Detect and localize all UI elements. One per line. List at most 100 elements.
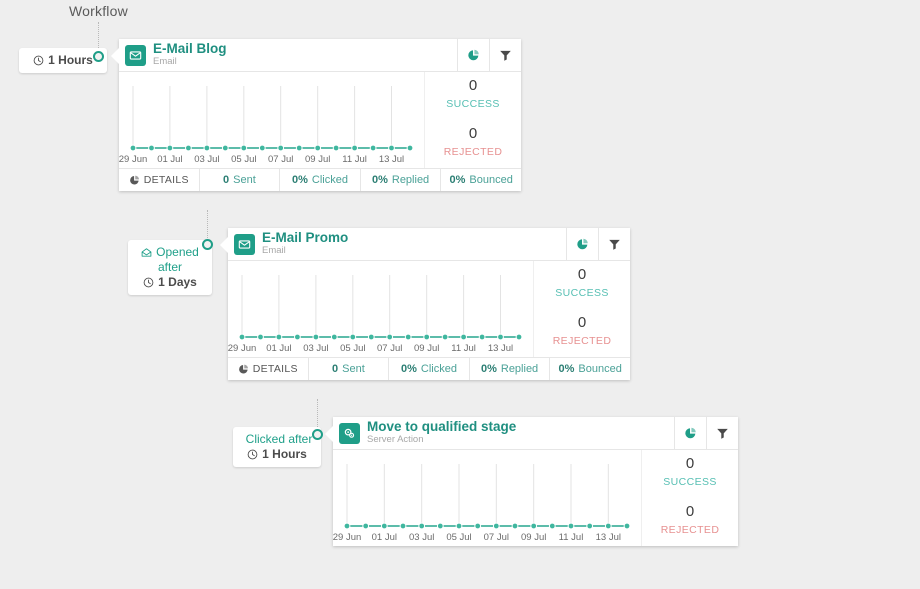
card-header-main[interactable]: E-Mail Promo Email <box>228 228 566 260</box>
stat-success: 0 SUCCESS <box>446 76 500 110</box>
card-titles: E-Mail Blog Email <box>153 42 227 68</box>
card-header-main[interactable]: Move to qualified stage Server Action <box>333 417 674 449</box>
envelope-icon <box>238 239 251 249</box>
stat-label: REJECTED <box>552 335 612 347</box>
card-pointer <box>111 47 120 65</box>
svg-text:29 Jun: 29 Jun <box>119 154 147 165</box>
footer-cell[interactable]: DETAILS <box>228 358 308 380</box>
trigger-chip-3[interactable]: Clicked after 1 Hours <box>233 427 321 467</box>
activity-card-3[interactable]: Move to qualified stage Server Action 29 J… <box>325 417 738 546</box>
footer-label: Bounced <box>469 174 513 186</box>
svg-text:09 Jul: 09 Jul <box>414 343 439 354</box>
footer-cell[interactable]: 0 Sent <box>198 169 280 191</box>
card-body: 29 Jun 01 Jul 03 Jul 05 Jul 07 Jul 09 Jul 11 J… <box>228 261 630 357</box>
svg-text:11 Jul: 11 Jul <box>451 343 476 354</box>
stat-value: 0 <box>468 77 478 94</box>
chip-line: 1 Hours <box>242 447 312 462</box>
statistics-button[interactable] <box>457 39 489 71</box>
footer-value: 0 <box>223 174 230 186</box>
chip-line-text: Opened <box>156 245 199 259</box>
stat-value: 0 <box>685 455 695 472</box>
footer-cell[interactable]: 0% Replied <box>359 169 441 191</box>
stat-value: 0 <box>685 503 695 520</box>
gears-icon <box>344 428 355 438</box>
chip-line: Opened <box>137 245 203 260</box>
filter-button[interactable] <box>489 39 521 71</box>
chip-line-text: 1 Hours <box>48 53 93 67</box>
card-stats: 0 SUCCESS 0 REJECTED <box>424 72 521 168</box>
footer-label: DETAILS <box>143 174 189 186</box>
card-footer: DETAILS 0 Sent 0% Clicked 0% Replied 0% Bounced <box>119 168 521 191</box>
workflow-label: Workflow <box>69 3 128 19</box>
filter-button[interactable] <box>598 228 630 260</box>
card-header-main[interactable]: E-Mail Blog Email <box>119 39 457 71</box>
stat-label: SUCCESS <box>446 98 500 110</box>
svg-text:09 Jul: 09 Jul <box>305 154 330 165</box>
stat-value: 0 <box>468 125 478 142</box>
footer-cell[interactable]: 0% Bounced <box>440 169 521 191</box>
pie-chart-icon <box>685 427 696 438</box>
envelope-icon <box>234 233 255 255</box>
envelope-open-icon <box>141 248 152 257</box>
footer-label: Replied <box>391 174 430 186</box>
footer-label: Sent <box>342 363 365 375</box>
footer-value: 0% <box>291 174 308 186</box>
svg-text:07 Jul: 07 Jul <box>484 532 509 543</box>
card-footer: DETAILS 0 Sent 0% Clicked 0% Replied 0% Bounced <box>228 357 630 380</box>
chip-line: Clicked after <box>242 432 313 447</box>
footer-value: 0 <box>332 363 339 375</box>
stat-rejected: 0 REJECTED <box>553 313 612 347</box>
node-connector-dot-1[interactable] <box>93 51 104 62</box>
node-connector-dot-3[interactable] <box>312 429 323 440</box>
footer-cell[interactable]: 0 Sent <box>307 358 389 380</box>
footer-value: 0% <box>371 174 388 186</box>
statistics-button[interactable] <box>566 228 598 260</box>
clock-icon <box>247 449 258 460</box>
footer-value: 0% <box>480 363 497 375</box>
statistics-button[interactable] <box>674 417 706 449</box>
footer-cell[interactable]: 0% Clicked <box>279 169 360 191</box>
svg-text:03 Jul: 03 Jul <box>409 532 434 543</box>
chip-line: 1 Days <box>137 275 203 290</box>
footer-label: Bounced <box>578 363 622 375</box>
svg-text:05 Jul: 05 Jul <box>340 343 365 354</box>
envelope-icon <box>125 44 146 66</box>
chip-line: 1 Hours <box>28 53 98 68</box>
footer-value: 0% <box>558 363 575 375</box>
trigger-chip-2[interactable]: Opened after 1 Days <box>128 240 212 295</box>
card-title: E-Mail Blog <box>153 42 227 57</box>
stat-rejected: 0 REJECTED <box>661 502 720 536</box>
node-connector-dot-2[interactable] <box>202 239 213 250</box>
stat-success: 0 SUCCESS <box>555 265 609 299</box>
stat-value: 0 <box>577 314 587 331</box>
activity-card-1[interactable]: E-Mail Blog Email 29 Jun 01 Jul 03 Jul 05 Jul… <box>111 39 521 191</box>
stat-label: REJECTED <box>443 146 503 158</box>
card-stats: 0 SUCCESS 0 REJECTED <box>533 261 630 357</box>
card-subtitle: Server Action <box>367 434 424 446</box>
footer-label: Clicked <box>311 174 348 186</box>
svg-text:01 Jul: 01 Jul <box>266 343 291 354</box>
envelope-icon <box>129 50 142 60</box>
pie-chart-icon <box>238 364 248 374</box>
card-header: E-Mail Blog Email <box>119 39 521 72</box>
card-pointer <box>220 236 229 254</box>
card-title: E-Mail Promo <box>262 231 349 246</box>
filter-icon <box>717 428 728 439</box>
stat-value: 0 <box>577 266 587 283</box>
svg-text:29 Jun: 29 Jun <box>333 532 361 543</box>
activity-card-2[interactable]: E-Mail Promo Email 29 Jun 01 Jul 03 Jul 05 Ju… <box>220 228 630 380</box>
footer-cell[interactable]: DETAILS <box>119 169 199 191</box>
stat-success: 0 SUCCESS <box>663 454 717 488</box>
footer-cell[interactable]: 0% Clicked <box>388 358 469 380</box>
footer-label: Replied <box>500 363 539 375</box>
footer-cell[interactable]: 0% Replied <box>468 358 550 380</box>
footer-label: Clicked <box>420 363 457 375</box>
footer-value: 0% <box>449 174 466 186</box>
pie-chart-icon <box>129 175 139 185</box>
card-subtitle: Email <box>262 245 286 257</box>
card-body: 29 Jun 01 Jul 03 Jul 05 Jul 07 Jul 09 Jul 11 J… <box>333 450 738 546</box>
card-header: Move to qualified stage Server Action <box>333 417 738 450</box>
filter-button[interactable] <box>706 417 738 449</box>
footer-cell[interactable]: 0% Bounced <box>549 358 630 380</box>
svg-text:13 Jul: 13 Jul <box>488 343 513 354</box>
